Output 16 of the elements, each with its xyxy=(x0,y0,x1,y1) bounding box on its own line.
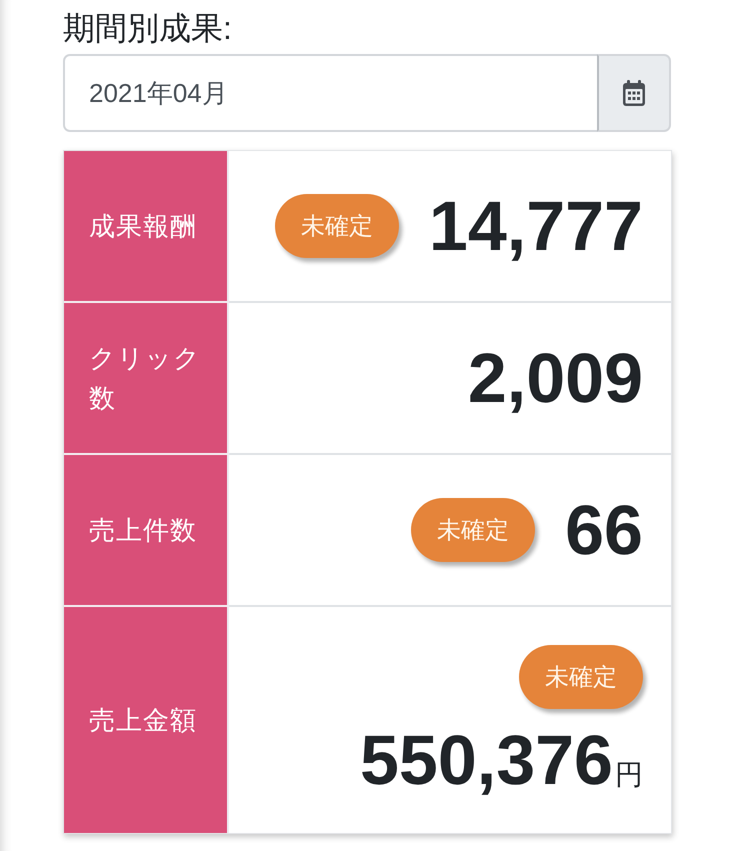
status-badge: 未確定 xyxy=(274,194,399,258)
metric-value: 66 xyxy=(565,495,643,565)
month-input[interactable]: 2021年04月 xyxy=(63,54,597,132)
currency-unit: 円 xyxy=(615,761,643,789)
filter-label: 期間別成果: xyxy=(63,9,233,48)
metric-label: クリック数 xyxy=(64,303,229,455)
metric-label: 成果報酬 xyxy=(64,151,229,303)
metric-value: 550,376 xyxy=(360,725,613,795)
status-badge: 未確定 xyxy=(519,645,643,709)
metric-value: 2,009 xyxy=(468,343,643,413)
metric-value: 14,777 xyxy=(428,191,643,261)
calendar-icon xyxy=(623,80,645,106)
calendar-button[interactable] xyxy=(597,54,671,132)
metric-label: 売上件数 xyxy=(64,455,229,607)
metric-label: 売上金額 xyxy=(64,607,229,833)
status-badge: 未確定 xyxy=(411,498,536,562)
